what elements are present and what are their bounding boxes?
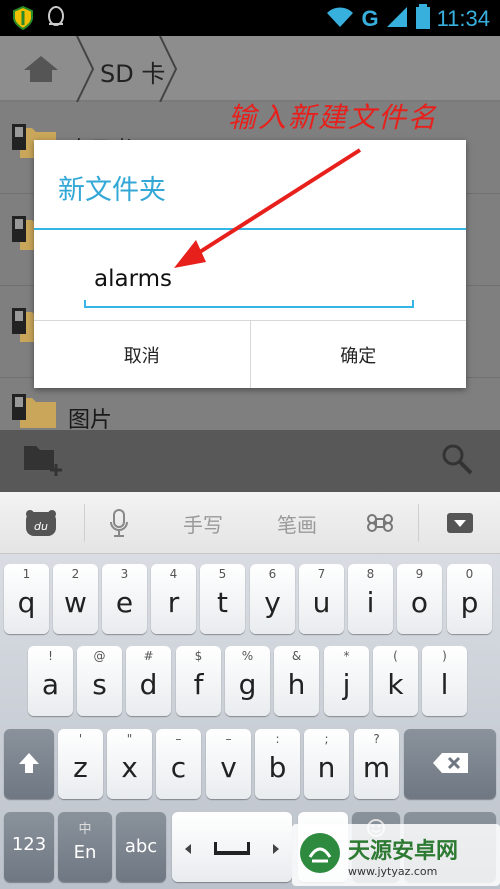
key-u[interactable]: 7u — [299, 564, 344, 634]
backspace-key[interactable] — [404, 729, 496, 799]
key-a[interactable]: ! a — [28, 646, 73, 716]
new-folder-dialog: 新文件夹 取消 确定 — [34, 140, 466, 388]
microphone-icon[interactable] — [104, 492, 134, 554]
key-t[interactable]: 5t — [200, 564, 245, 634]
watermark-url: www.jytyaz.com — [348, 864, 438, 878]
stroke-mode[interactable]: 笔画 — [262, 492, 332, 554]
watermark-name: 天源安卓网 — [348, 838, 459, 864]
key-e[interactable]: 3e — [102, 564, 147, 634]
key-w[interactable]: 2w — [53, 564, 98, 634]
key-g[interactable]: % g — [225, 646, 270, 716]
cursor-left-icon — [184, 840, 192, 859]
key-o[interactable]: 9o — [397, 564, 442, 634]
wifi-icon — [325, 5, 355, 33]
shift-arrow-icon — [17, 751, 41, 779]
input-underline — [84, 300, 414, 308]
home-icon[interactable] — [22, 54, 60, 88]
dialog-title-divider — [34, 228, 466, 230]
baidu-ime-logo-icon[interactable]: du — [22, 492, 60, 554]
key-l[interactable]: ) l — [422, 646, 467, 716]
dialog-buttons: 取消 确定 — [34, 320, 466, 388]
key-s[interactable]: @ s — [77, 646, 122, 716]
key-j[interactable]: * j — [324, 646, 369, 716]
network-type: G — [361, 6, 379, 31]
hide-keyboard-icon[interactable] — [440, 492, 480, 554]
signal-icon — [385, 5, 409, 33]
key-z[interactable]: ' z — [58, 729, 103, 799]
watermark-logo-icon — [298, 831, 342, 879]
chevron-right-icon — [158, 35, 178, 106]
ok-button[interactable]: 确定 — [249, 321, 466, 388]
key-p[interactable]: 0p — [447, 564, 492, 634]
breadcrumb: SD 卡 — [0, 35, 500, 103]
keyboard: 1q 2w 3e 4r 5t 6y 7u 8i 9o 0p ! a @ s # d $… — [0, 554, 500, 889]
key-k[interactable]: (k — [373, 646, 418, 716]
breadcrumb-current[interactable]: SD 卡 — [100, 54, 165, 89]
key-d[interactable]: # d — [126, 646, 171, 716]
shift-key[interactable] — [4, 729, 54, 799]
key-y[interactable]: 6y — [250, 564, 295, 634]
key-c[interactable]: – c — [156, 729, 201, 799]
key-b[interactable]: :b — [255, 729, 300, 799]
qq-icon — [46, 6, 66, 34]
key-h[interactable]: & h — [274, 646, 319, 716]
shield-icon — [12, 5, 34, 34]
ime-toolbar: du 手写 笔画 — [0, 492, 500, 554]
folder-icon — [12, 394, 58, 428]
key-f[interactable]: $ f — [176, 646, 221, 716]
key-n[interactable]: ; n — [304, 729, 349, 799]
new-folder-icon[interactable] — [22, 440, 64, 484]
key-x[interactable]: " x — [107, 729, 152, 799]
battery-icon — [415, 4, 431, 34]
space-icon — [213, 840, 251, 859]
backspace-icon — [432, 751, 470, 779]
cursor-right-icon — [272, 840, 280, 859]
space-key[interactable] — [172, 812, 292, 882]
cancel-button[interactable]: 取消 — [34, 321, 250, 388]
language-switch-key[interactable]: 中 En — [58, 812, 112, 882]
status-bar: G 11:34 — [0, 0, 500, 36]
annotation-text: 输入新建文件名 — [228, 101, 439, 134]
abc-key[interactable]: abc — [116, 812, 166, 882]
handwriting-mode[interactable]: 手写 — [168, 492, 238, 554]
numbers-key[interactable]: 123 — [4, 812, 54, 882]
watermark: 天源安卓网 www.jytyaz.com — [292, 824, 500, 886]
key-q[interactable]: 1q — [4, 564, 49, 634]
search-icon[interactable] — [440, 442, 474, 480]
dialog-title: 新文件夹 — [58, 175, 166, 206]
key-m[interactable]: ? m — [354, 729, 399, 799]
command-icon[interactable] — [360, 492, 400, 554]
clock: 11:34 — [436, 6, 490, 31]
key-i[interactable]: 8i — [348, 564, 393, 634]
key-v[interactable]: – v — [206, 729, 251, 799]
action-bar — [0, 430, 500, 492]
svg-text:du: du — [34, 520, 48, 533]
key-r[interactable]: 4r — [151, 564, 196, 634]
chevron-right-icon — [75, 35, 95, 106]
